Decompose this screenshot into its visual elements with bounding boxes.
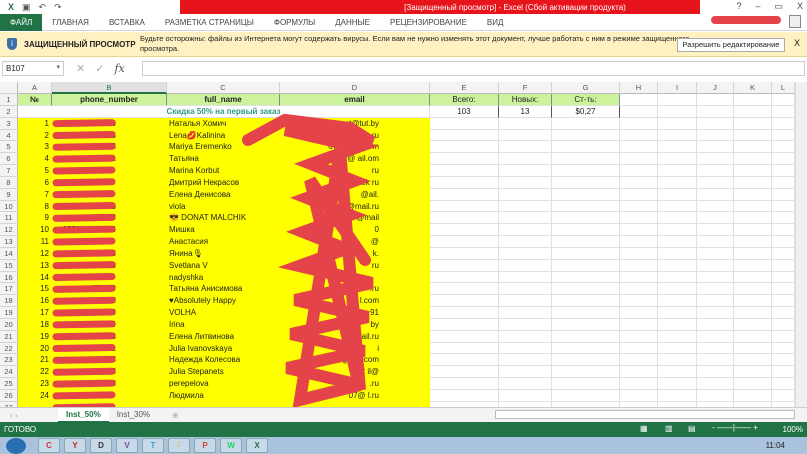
taskbar-app[interactable]: T [142, 438, 164, 453]
start-button[interactable] [6, 437, 26, 454]
redaction-stroke [52, 355, 116, 364]
zoom-slider[interactable]: - ——|—— + [712, 423, 772, 432]
redaction-stroke [52, 154, 116, 163]
redaction-stroke [52, 166, 116, 175]
redaction-stroke [52, 320, 116, 329]
redaction-stroke [52, 130, 116, 139]
clock: 11:04 [765, 441, 785, 450]
redaction-stroke [52, 142, 116, 151]
sheet-tab-inst30[interactable]: Inst_30% [109, 408, 158, 423]
redaction-stroke [52, 344, 116, 353]
add-sheet-icon[interactable]: ⊕ [172, 411, 179, 420]
taskbar-app[interactable]: X [246, 438, 268, 453]
status-ready: ГОТОВО [4, 425, 37, 434]
redaction-stroke [52, 367, 116, 376]
redaction-stroke [52, 308, 116, 317]
zoom-level: 100% [782, 425, 803, 434]
vertical-scrollbar[interactable] [795, 82, 807, 407]
taskbar-app[interactable]: Y [64, 438, 86, 453]
redaction-stroke [52, 332, 116, 341]
redaction-stroke [52, 213, 116, 222]
redaction-stroke [52, 379, 116, 388]
page-break-icon[interactable]: ▤ [688, 424, 696, 433]
taskbar-app[interactable]: P [194, 438, 216, 453]
redaction-stroke [52, 296, 116, 305]
sheet-tab-inst50[interactable]: Inst_50% [58, 407, 109, 423]
redaction-stroke [52, 178, 116, 187]
taskbar-app[interactable]: V [116, 438, 138, 453]
redaction-stroke [52, 237, 116, 246]
redaction-stroke [52, 225, 116, 234]
redaction-stroke [52, 284, 116, 293]
redaction-stroke [52, 249, 116, 258]
page-layout-icon[interactable]: ▥ [665, 424, 673, 433]
taskbar-app[interactable]: D [90, 438, 112, 453]
redaction-scribbles [52, 113, 380, 407]
taskbar-app[interactable]: W [220, 438, 242, 453]
taskbar-app[interactable]: C [38, 438, 60, 453]
status-bar: ГОТОВО ▦ ▥ ▤ - ——|—— + 100% [0, 422, 807, 437]
redaction-stroke [242, 113, 380, 407]
sheet-nav-arrows[interactable]: ‹ › [0, 411, 58, 420]
taskbar-app[interactable]: F [168, 438, 190, 453]
horizontal-scrollbar[interactable] [495, 410, 795, 419]
redaction-stroke [52, 201, 116, 210]
redaction-stroke [52, 190, 116, 199]
redaction-stroke [52, 261, 116, 270]
normal-view-icon[interactable]: ▦ [640, 424, 648, 433]
redaction-stroke [52, 119, 116, 128]
taskbar: CYDVTFPWX 11:04 [0, 437, 807, 454]
redaction-stroke [52, 273, 116, 282]
redaction-stroke [52, 391, 116, 400]
